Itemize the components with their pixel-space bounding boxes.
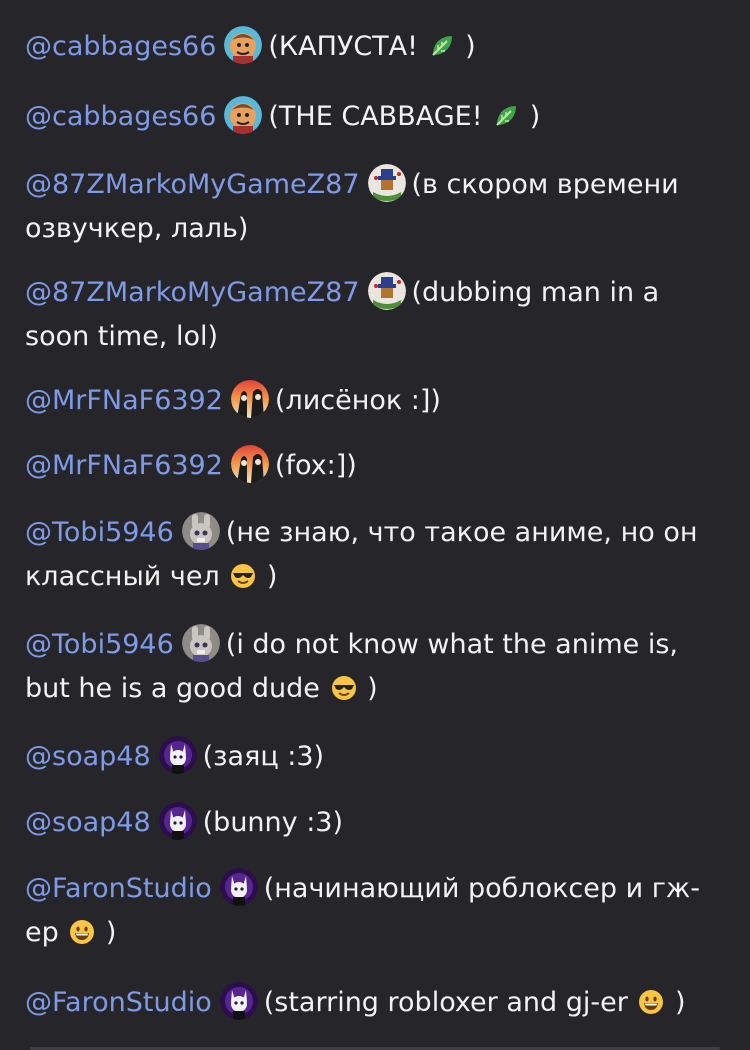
sunglasses-face-icon [331,675,357,701]
entry-text-close: ) [258,561,278,592]
mention-link[interactable]: @soap48 [25,741,151,772]
list-item: @FaronStudio (starring robloxer and gj-er… [25,981,730,1025]
entry-text: (fox:]) [274,450,357,481]
list-item: @MrFNaF6392 (лисёнок :]) [25,379,730,423]
mrfnaf-avatar-icon[interactable] [230,380,269,418]
list-item: @Tobi5946 (не знаю, что такое аниме, но о… [25,511,730,599]
faron-avatar-icon[interactable] [219,868,258,906]
mention-link[interactable]: @Tobi5946 [25,629,174,660]
entry-text: (КАПУСТА! [268,31,427,62]
list-item: @soap48 (bunny :3) [25,801,730,845]
grinning-face-icon [69,919,95,945]
marko-avatar-icon[interactable] [367,272,406,310]
entry-text-close: ) [666,987,686,1018]
entry-text: (bunny :3) [202,807,344,838]
mention-link[interactable]: @MrFNaF6392 [25,450,223,481]
grinning-face-icon [638,989,664,1015]
list-item: @FaronStudio (начинающий роблоксер и гж-е… [25,867,730,955]
list-item: @cabbages66 (THE CABBAGE! ) [25,95,730,139]
soap-avatar-icon[interactable] [158,736,197,774]
mention-link[interactable]: @cabbages66 [25,101,216,132]
list-item: @soap48 (заяц :3) [25,735,730,779]
mention-link[interactable]: @87ZMarkoMyGameZ87 [25,277,360,308]
list-item: @87ZMarkoMyGameZ87 (dubbing man in a soon… [25,271,730,359]
marko-avatar-icon[interactable] [367,164,406,202]
sunglasses-face-icon [230,563,256,589]
entry-text: (заяц :3) [202,741,325,772]
mention-link[interactable]: @87ZMarkoMyGameZ87 [25,169,360,200]
mention-link[interactable]: @MrFNaF6392 [25,385,223,416]
cabbage-avatar-icon[interactable] [224,26,263,64]
mention-link[interactable]: @cabbages66 [25,31,216,62]
soap-avatar-icon[interactable] [158,802,197,840]
entry-text-close: ) [521,101,541,132]
mention-link[interactable]: @FaronStudio [25,987,212,1018]
list-item: @cabbages66 (КАПУСТА! ) [25,25,730,69]
faron-avatar-icon[interactable] [219,982,258,1020]
mention-link[interactable]: @Tobi5946 [25,517,174,548]
leafy-green-icon [429,33,455,59]
tobi-avatar-icon[interactable] [181,624,220,662]
mention-link[interactable]: @soap48 [25,807,151,838]
entry-text: (лисёнок :]) [274,385,441,416]
entry-text: (THE CABBAGE! [268,101,492,132]
cabbage-avatar-icon[interactable] [224,96,263,134]
list-item: @MrFNaF6392 (fox:]) [25,444,730,488]
list-item: @Tobi5946 (i do not know what the anime i… [25,623,730,711]
entry-text-close: ) [97,917,117,948]
list-item: @87ZMarkoMyGameZ87 (в скором времени озву… [25,163,730,251]
tobi-avatar-icon[interactable] [181,512,220,550]
mrfnaf-avatar-icon[interactable] [230,445,269,483]
mention-link[interactable]: @FaronStudio [25,873,212,904]
leafy-green-icon [493,103,519,129]
entry-text: (starring robloxer and gj-er [263,987,637,1018]
entry-text-close: ) [358,673,378,704]
credits-feed: @cabbages66 (КАПУСТА! ) @cabbages66 (THE C… [0,0,750,1050]
entry-text-close: ) [456,31,476,62]
